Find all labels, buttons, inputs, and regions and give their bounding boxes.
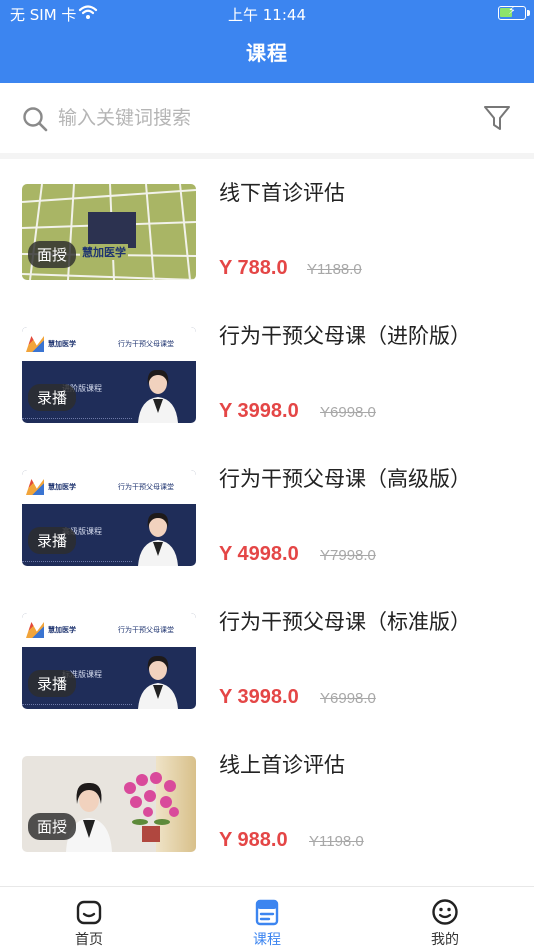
tab-home[interactable]: 首页 [0,887,178,950]
course-price: Y 988.0 [219,829,288,851]
tab-profile[interactable]: 我的 [356,887,534,950]
course-original-price: Y6998.0 [320,690,376,707]
home-icon [76,900,102,925]
course-price: Y 3998.0 [219,686,299,708]
course-title: 行为干预父母课（高级版） [219,467,471,491]
top-bar: 无 SIM 卡 上午 11:44 ⚡ 课程 [0,0,534,83]
tab-bar: 首页 课程 我的 [0,886,534,950]
course-item[interactable]: 慧加医学 面授 线下首诊评估 Y 788.0 Y1188.0 [0,159,534,302]
course-original-price: Y6998.0 [320,404,376,421]
filter-icon[interactable] [482,103,512,133]
search-bar [0,83,534,153]
page-title: 课程 [246,41,288,65]
thumbnail-brand: 慧加医学 [48,483,76,491]
course-type-badge: 录播 [28,527,77,554]
status-time: 上午 11:44 [228,6,306,24]
search-icon[interactable] [22,106,48,132]
course-original-price: Y7998.0 [320,547,376,564]
course-price: Y 4998.0 [219,543,299,565]
course-price: Y 788.0 [219,257,288,279]
course-title: 行为干预父母课（进阶版） [219,324,471,348]
course-thumbnail: 慧加医学 行为干预父母课堂 高级版课程 录播 [22,470,196,566]
course-item[interactable]: 慧加医学 行为干预父母课堂 高级版课程 录播 行为干预父母课（高级版） Y 499… [0,445,534,588]
course-type-badge: 录播 [28,384,77,411]
course-title: 线上首诊评估 [219,753,345,777]
logo-icon [26,336,44,352]
presenter-image [138,655,178,709]
course-icon [255,899,279,926]
course-type-badge: 面授 [28,241,77,268]
presenter-image [138,369,178,423]
tab-label: 我的 [431,932,459,948]
course-title: 线下首诊评估 [219,181,345,205]
course-list: 慧加医学 面授 线下首诊评估 Y 788.0 Y1188.0 慧加医学行为干预父… [0,159,534,874]
course-original-price: Y1188.0 [307,261,362,278]
thumbnail-series: 行为干预父母课堂 [118,340,174,348]
course-type-badge: 录播 [28,670,77,697]
search-input[interactable] [58,103,458,133]
logo-icon [88,212,136,248]
thumbnail-logo-text: 慧加医学 [80,244,128,260]
logo-icon [26,479,44,495]
thumbnail-series: 行为干预父母课堂 [118,483,174,491]
thumbnail-brand: 慧加医学 [48,626,76,634]
profile-icon [432,899,458,925]
course-thumbnail: 慧加医学 行为干预父母课堂 进阶版课程 录播 [22,327,196,423]
presenter-image [66,782,112,852]
course-thumbnail: 慧加医学 行为干预父母课堂 标准版课程 录播 [22,613,196,709]
course-type-badge: 面授 [28,813,77,840]
tab-course[interactable]: 课程 [178,887,356,950]
thumbnail-brand: 慧加医学 [48,340,76,348]
thumbnail-series: 行为干预父母课堂 [118,626,174,634]
course-thumbnail: 面授 [22,756,196,852]
battery-icon: ⚡ [498,4,530,20]
tab-label: 课程 [253,932,281,948]
presenter-image [138,512,178,566]
course-item[interactable]: 面授 线上首诊评估 Y 988.0 Y1198.0 [0,731,534,874]
course-title: 行为干预父母课（标准版） [219,610,471,634]
course-original-price: Y1198.0 [309,833,364,850]
logo-icon [26,622,44,638]
course-thumbnail: 慧加医学 面授 [22,184,196,280]
status-bar: 无 SIM 卡 上午 11:44 ⚡ [0,0,534,28]
course-price: Y 3998.0 [219,400,299,422]
tab-label: 首页 [75,932,103,948]
course-item[interactable]: 慧加医学 行为干预父母课堂 标准版课程 录播 行为干预父母课（标准版） Y 399… [0,588,534,731]
flowers-image [124,772,179,842]
course-item[interactable]: 慧加医学 行为干预父母课堂 进阶版课程 录播 行为干预父母课（进阶版） Y 399… [0,302,534,445]
